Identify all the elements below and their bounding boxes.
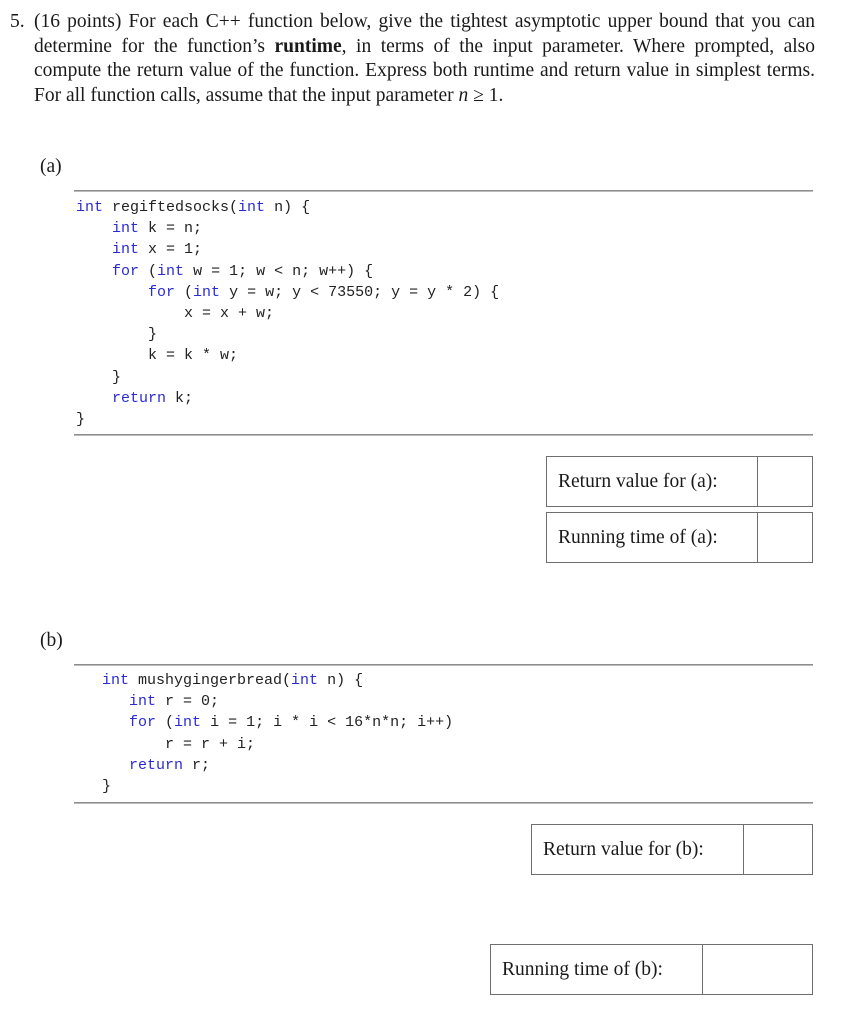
question-number: 5. [10,11,25,32]
part-a-label: (a) [40,156,62,177]
code-line: int mushygingerbread(int n) { [102,670,453,691]
code-text: r = r + i; [102,735,256,753]
code-text: } [76,411,86,429]
part-b-label: (b) [40,630,63,651]
code-text: k = k * w; [76,347,239,365]
code-text: } [76,368,122,386]
code-line: return r; [102,755,453,776]
code-keyword: int [174,714,202,732]
code-text: r; [183,756,211,774]
code-line: } [76,324,499,345]
code-keyword: int [238,199,266,216]
return-value-a-box: Return value for (a): [546,456,813,507]
code-keyword: return [112,389,167,407]
code-text: ( [175,283,194,301]
code-keyword: int [193,283,221,301]
code-keyword: int [102,672,130,689]
code-line: k = k * w; [76,345,499,366]
code-text: } [102,778,112,796]
code-keyword: for [112,262,140,280]
code-block-mushygingerbread: int mushygingerbread(int n) { int r = 0;… [102,670,453,797]
bold-runtime: runtime [274,35,342,57]
question-text: (16 points) For each C++ function below,… [34,10,815,108]
code-text: n) { [318,672,364,689]
code-line: return k; [76,388,499,409]
running-time-a-input[interactable] [758,513,812,562]
code-text: i = 1; i * i < 16*n*n; i++) [201,714,454,732]
code-keyword: int [76,199,104,216]
code-text: r = 0; [156,693,220,711]
running-time-b-label: Running time of (b): [491,945,703,994]
code-text: k; [166,389,194,407]
return-value-b-label: Return value for (b): [532,825,744,874]
code-text: ( [156,714,175,732]
running-time-b-box: Running time of (b): [490,944,813,995]
code-line: int k = n; [76,218,499,239]
code-line: } [102,776,453,797]
code-line: for (int y = w; y < 73550; y = y * 2) { [76,282,499,303]
return-value-a-input[interactable] [758,457,812,506]
code-text: mushygingerbread( [129,672,292,689]
code-line: int regiftedsocks(int n) { [76,197,499,218]
return-value-b-input[interactable] [744,825,812,874]
code-keyword: for [129,714,157,732]
problem-statement: 5. (16 points) For each C++ function bel… [10,10,815,108]
code-line: for (int i = 1; i * i < 16*n*n; i++) [102,712,453,733]
part-a-top-rule [74,190,813,192]
code-keyword: int [157,262,185,280]
running-time-b-input[interactable] [703,945,812,994]
code-line: for (int w = 1; w < n; w++) { [76,261,499,282]
code-keyword: int [291,672,319,689]
part-b-top-rule [74,664,813,666]
part-b-bottom-rule [74,802,813,804]
code-text: y = w; y < 73550; y = y * 2) { [220,283,500,301]
return-value-a-label: Return value for (a): [547,457,758,506]
code-line: } [76,367,499,388]
running-time-a-label: Running time of (a): [547,513,758,562]
return-value-b-box: Return value for (b): [531,824,813,875]
code-text: ( [139,262,158,280]
code-text: } [76,326,158,344]
code-text: x = x + w; [76,305,275,323]
code-text: x = 1; [139,241,203,259]
code-text: n) { [265,199,311,216]
code-keyword: int [129,693,157,711]
code-text: regiftedsocks( [103,199,239,216]
code-block-regiftedsocks: int regiftedsocks(int n) { int k = n; in… [76,197,499,430]
code-line: int x = 1; [76,239,499,260]
question-condition: ≥ 1. [468,84,504,106]
running-time-a-box: Running time of (a): [546,512,813,563]
code-keyword: int [112,241,140,259]
code-keyword: int [112,220,140,238]
code-text: w = 1; w < n; w++) { [184,262,374,280]
part-a-bottom-rule [74,434,813,436]
code-keyword: for [148,283,176,301]
code-line: int r = 0; [102,691,453,712]
question-points: (16 points) [34,11,122,32]
code-line: r = r + i; [102,734,453,755]
variable-n: n [458,84,469,106]
code-keyword: return [129,756,184,774]
code-line: } [76,409,499,430]
code-text: k = n; [139,220,203,238]
code-line: x = x + w; [76,303,499,324]
